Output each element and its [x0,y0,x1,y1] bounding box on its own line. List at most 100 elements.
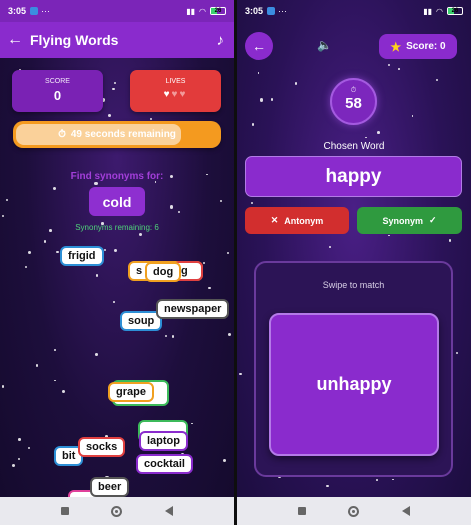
star-dot [62,389,66,393]
star-dot [1,214,5,218]
score-label: SCORE [45,78,70,85]
star-dot [252,123,255,126]
status-dots: ··· [41,6,51,16]
status-icons: ▮▮ ◠ 26 [423,7,463,16]
swipe-card[interactable]: unhappy [269,313,439,456]
star-dot [392,478,394,481]
star-dot [226,251,229,254]
timer-text: 49 seconds remaining [70,129,176,140]
target-word: cold [89,187,145,216]
heart-icon: ♥ [179,89,188,100]
word-bubble[interactable]: cocktail [136,454,193,474]
status-bar: 3:05 ··· ▮▮ ◠ 26 [237,0,471,22]
chosen-word: happy [245,156,462,197]
home-icon[interactable] [111,505,123,517]
back-icon[interactable] [164,506,173,516]
star-dot [239,372,242,376]
countdown-value: 58 [345,95,362,112]
check-icon: ✓ [428,215,437,225]
lives-hearts: ♥♥♥ [130,89,221,100]
star-dot [177,211,180,214]
wifi-icon: ◠ [199,6,206,16]
recents-icon[interactable] [61,507,70,515]
countdown-timer: ⏱ 58 [330,78,377,125]
back-button[interactable]: ← [245,32,273,60]
battery-icon: 26 [447,7,463,15]
star-dot [456,352,459,355]
word-bubble[interactable]: dog [145,262,182,282]
signal-icon: ▮▮ [423,6,433,16]
star-dot [222,458,226,462]
antonym-button[interactable]: ✕ Antonym [245,207,349,234]
score-badge: ★ Score: 0 [379,34,457,59]
star-dot [107,113,111,117]
status-time: 3:05 [245,6,264,16]
star-dot [112,301,115,303]
star-dot [27,251,32,255]
swipe-panel: Swipe to match unhappy [254,261,453,477]
star-dot [203,262,206,265]
star-dot [388,234,391,237]
battery-icon: 26 [210,7,226,15]
status-time: 3:05 [8,6,27,16]
synonym-button[interactable]: Synonym ✓ [357,207,462,234]
star-dot [251,202,254,205]
star-dot [94,352,98,356]
star-dot [112,87,115,90]
star-dot [27,446,31,450]
star-dot [18,458,21,461]
star-dot [208,287,211,290]
recents-icon[interactable] [298,507,307,515]
star-dot [54,379,57,382]
star-dot [171,335,175,338]
star-dot [295,82,298,85]
star-dot [388,64,391,67]
star-dot [35,364,39,367]
chosen-word-label: Chosen Word [323,141,385,152]
score-text: Score: 0 [406,41,446,52]
star-dot [164,334,167,337]
star-dot [364,136,367,139]
star-dot [227,333,231,337]
arrow-left-icon[interactable]: ← [0,31,30,49]
star-dot [169,205,174,209]
home-icon[interactable] [348,505,360,517]
star-dot [191,422,193,425]
system-nav-bar [237,497,471,525]
word-bubble[interactable]: laptop [139,431,188,451]
word-bubble[interactable]: socks [78,437,126,457]
status-dots: ··· [278,6,288,16]
word-bubble[interactable]: beer [90,477,130,497]
synonym-label: Synonym [382,215,423,226]
star-dot [377,130,381,134]
swipe-instruction: Swipe to match [322,280,385,290]
heart-icon: ♥ [163,89,172,100]
close-icon: ✕ [270,215,279,225]
music-note-icon[interactable]: ♪ [217,32,225,49]
app-title: Flying Words [30,32,119,48]
star-dot [11,463,15,468]
star-dot [43,240,47,243]
antonym-label: Antonym [284,215,324,226]
star-dot [398,68,401,70]
status-icons: ▮▮ ◠ 26 [186,7,226,16]
star-dot [435,78,439,81]
star-dot [103,248,106,251]
back-icon[interactable] [401,506,410,516]
star-dot [376,479,378,481]
word-bubble[interactable]: frigid [60,246,104,266]
word-bubble[interactable]: newspaper [156,299,230,319]
speaker-icon[interactable]: 🔈 [317,38,332,52]
score-value: 0 [53,88,62,103]
remaining-text: Synonyms remaining: 6 [75,223,159,232]
arrow-left-icon: ← [252,38,266,54]
star-dot [52,187,57,191]
status-bar: 3:05 ··· ▮▮ ◠ 26 [0,0,234,22]
app-bar: ← Flying Words ♪ [0,22,234,58]
clock-icon: ⏱ [58,129,66,140]
word-bubble[interactable]: grape [108,382,154,402]
star-dot [95,273,99,277]
score-card: SCORE 0 [12,70,103,112]
timer-bar: ⏱ 49 seconds remaining [13,121,221,148]
lives-label: LIVES [165,78,186,85]
